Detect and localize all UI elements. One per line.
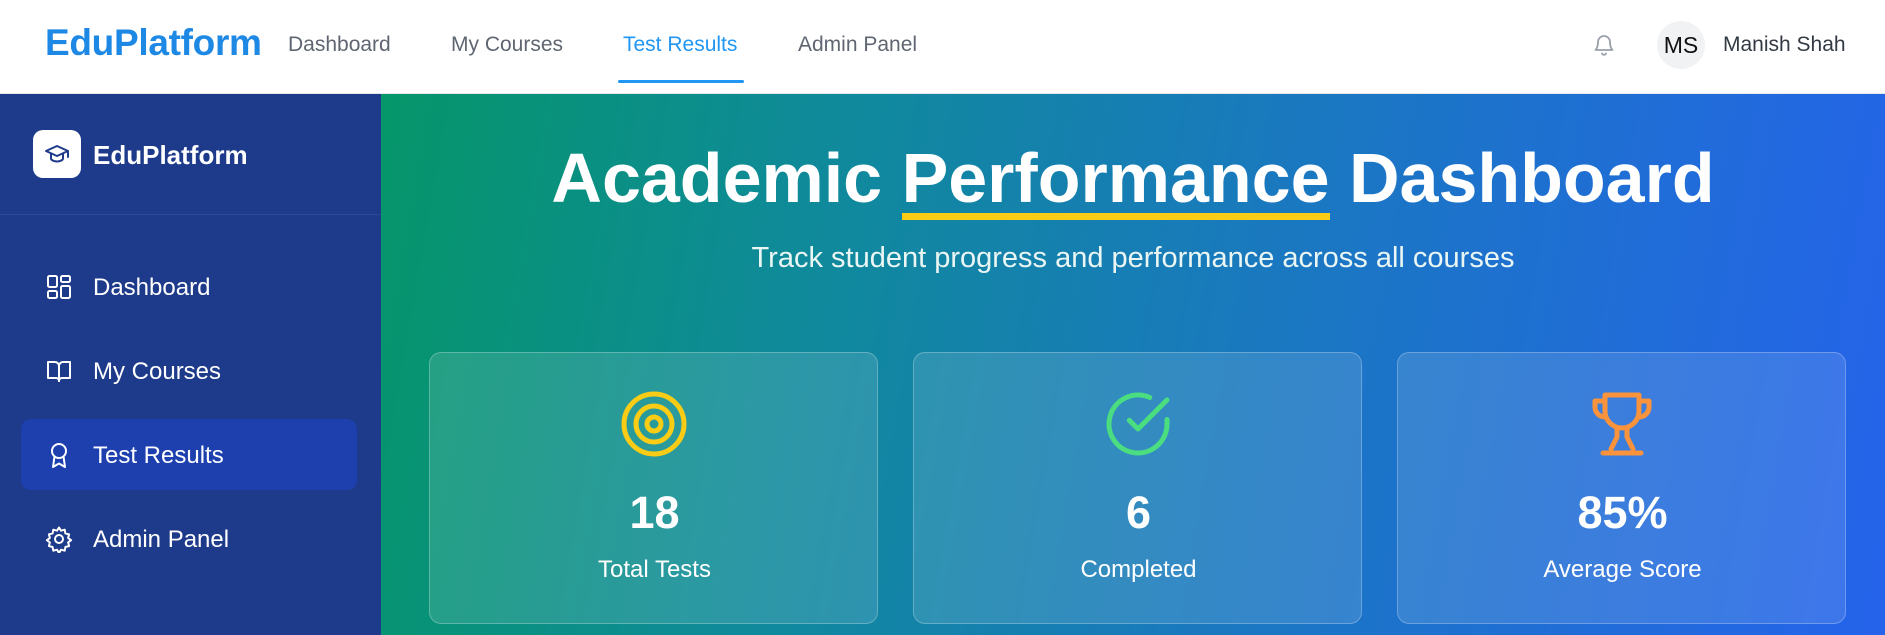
stat-label: Total Tests bbox=[598, 556, 711, 583]
stat-label: Average Score bbox=[1543, 556, 1702, 583]
sidebar-item-label: Test Results bbox=[93, 442, 224, 469]
sidebar-item-dashboard[interactable]: Dashboard bbox=[21, 251, 357, 322]
check-circle-icon bbox=[1103, 389, 1173, 459]
sidebar-item-test-results[interactable]: Test Results bbox=[21, 419, 357, 490]
award-icon bbox=[45, 441, 73, 469]
active-tab-indicator bbox=[618, 80, 744, 83]
stat-card-average-score: 85% Average Score bbox=[1397, 352, 1846, 624]
topnav-test-results[interactable]: Test Results bbox=[623, 33, 737, 57]
topnav-admin-panel[interactable]: Admin Panel bbox=[798, 33, 917, 57]
title-part-2: Dashboard bbox=[1329, 139, 1715, 217]
stat-value: 6 bbox=[1125, 487, 1152, 538]
sidebar-item-my-courses[interactable]: My Courses bbox=[21, 335, 357, 406]
book-open-icon bbox=[45, 357, 73, 385]
title-part-1: Academic bbox=[551, 139, 902, 217]
sidebar-item-label: My Courses bbox=[93, 358, 222, 385]
trophy-icon bbox=[1587, 389, 1657, 459]
avatar[interactable]: MS bbox=[1657, 21, 1705, 69]
stat-label: Completed bbox=[1080, 556, 1197, 583]
sidebar-brand[interactable]: EduPlatform bbox=[93, 140, 248, 171]
stat-value: 85% bbox=[1577, 487, 1668, 538]
sidebar-item-admin-panel[interactable]: Admin Panel bbox=[21, 503, 357, 574]
stat-card-completed: 6 Completed bbox=[913, 352, 1362, 624]
title-highlight: Performance bbox=[901, 143, 1330, 220]
sidebar-header: EduPlatform bbox=[0, 94, 381, 215]
main-content: Academic Performance Dashboard Track stu… bbox=[381, 94, 1885, 635]
page-title: Academic Performance Dashboard bbox=[381, 138, 1885, 220]
bell-icon[interactable] bbox=[1592, 32, 1616, 58]
sidebar-item-label: Dashboard bbox=[93, 274, 211, 301]
sidebar: EduPlatform Dashboard My Courses Test Re… bbox=[0, 94, 381, 635]
page-subtitle: Track student progress and performance a… bbox=[751, 242, 1515, 274]
target-icon bbox=[619, 389, 689, 459]
gear-icon bbox=[45, 525, 73, 554]
graduation-cap-icon bbox=[33, 130, 81, 178]
stat-card-total-tests: 18 Total Tests bbox=[429, 352, 878, 624]
sidebar-item-label: Admin Panel bbox=[93, 526, 230, 553]
topnav-dashboard[interactable]: Dashboard bbox=[288, 33, 391, 57]
layout-grid-icon bbox=[45, 273, 73, 301]
stat-value: 18 bbox=[629, 487, 680, 538]
topnav-my-courses[interactable]: My Courses bbox=[451, 33, 563, 57]
user-name[interactable]: Manish Shah bbox=[1723, 33, 1846, 57]
top-navbar: EduPlatform Dashboard My Courses Test Re… bbox=[0, 0, 1885, 94]
brand-logo[interactable]: EduPlatform bbox=[45, 22, 262, 64]
